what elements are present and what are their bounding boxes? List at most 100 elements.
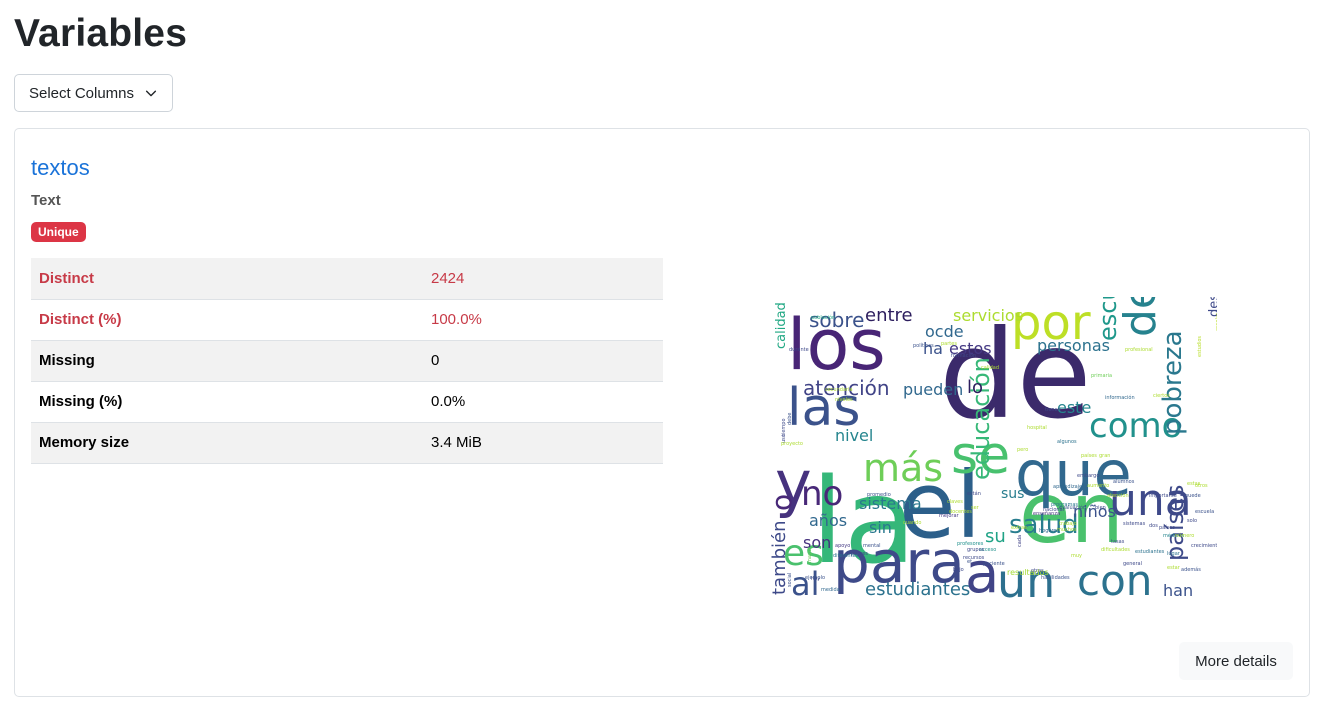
variable-stats-table: Distinct 2424 Distinct (%) 100.0% Missing 0 Mi… bbox=[31, 258, 663, 464]
word-cloud-word: formación bbox=[951, 352, 976, 359]
word-cloud-word: puede bbox=[1185, 493, 1201, 499]
word-cloud-word: este bbox=[1057, 398, 1091, 417]
chevron-down-icon bbox=[145, 90, 157, 97]
stat-row: Memory size 3.4 MiB bbox=[31, 422, 663, 464]
word-cloud-word: atención bbox=[1107, 492, 1129, 499]
word-cloud-word: pero bbox=[1017, 447, 1028, 453]
word-cloud-word: social bbox=[787, 573, 793, 587]
word-cloud-word: calidad bbox=[774, 302, 789, 349]
stat-row: Missing (%) 0.0% bbox=[31, 381, 663, 423]
word-cloud-word: población bbox=[811, 314, 835, 321]
word-cloud-word: gran bbox=[1099, 453, 1110, 459]
word-cloud-word: muchos bbox=[1057, 527, 1077, 533]
word-cloud-word: general bbox=[1123, 561, 1142, 567]
word-cloud-word: apoyo bbox=[835, 543, 850, 549]
word-cloud-word: debe bbox=[787, 413, 793, 426]
stat-row: Distinct (%) 100.0% bbox=[31, 299, 663, 341]
word-cloud-word: proyecto bbox=[781, 441, 803, 447]
word-cloud-word: crecimiento bbox=[1191, 543, 1217, 549]
word-cloud-word: número bbox=[1175, 532, 1194, 539]
word-cloud-word: habilidades bbox=[1041, 575, 1070, 581]
stat-row: Distinct 2424 bbox=[31, 258, 663, 300]
word-cloud-word: pueden bbox=[903, 380, 963, 399]
word-cloud-word: políticas bbox=[913, 342, 934, 349]
word-cloud-image: delael enlosy queparaporlasasedelunaun cone… bbox=[771, 297, 1217, 599]
word-cloud-word: lo bbox=[967, 377, 983, 398]
word-cloud-word: diferentes bbox=[833, 553, 859, 559]
word-cloud-word: durante bbox=[789, 347, 809, 353]
word-cloud-word: embargo bbox=[1077, 473, 1099, 479]
word-cloud-word: entre bbox=[865, 305, 913, 326]
word-cloud-word: ser bbox=[971, 505, 980, 511]
select-columns-dropdown[interactable]: Select Columns bbox=[14, 74, 173, 112]
stat-value: 0.0% bbox=[423, 381, 663, 423]
word-cloud-word: ejemplo bbox=[805, 575, 825, 581]
variable-type: Text bbox=[31, 192, 61, 209]
word-cloud-word: mejorar bbox=[939, 513, 960, 519]
word-cloud-word: aprendizaje bbox=[1053, 484, 1082, 490]
word-cloud-word: mental bbox=[863, 543, 881, 549]
word-cloud-word: promedio bbox=[867, 492, 891, 498]
word-cloud-word: solo bbox=[1187, 518, 1197, 524]
word-cloud-word: educación bbox=[967, 357, 995, 480]
word-cloud-word: al bbox=[791, 565, 820, 599]
word-cloud-word: personas bbox=[1037, 336, 1110, 355]
word-cloud-word: estudiantes bbox=[865, 579, 970, 599]
page-title: Variables bbox=[14, 12, 188, 55]
word-cloud-word: estudios bbox=[1197, 336, 1203, 357]
more-details-button[interactable]: More details bbox=[1179, 642, 1293, 680]
word-cloud-word: países bbox=[1081, 452, 1097, 459]
word-cloud-word: años bbox=[809, 511, 847, 530]
word-cloud-word: tienen bbox=[1045, 407, 1061, 413]
word-cloud-word: su bbox=[985, 526, 1006, 547]
word-cloud-word: pobreza bbox=[1158, 330, 1188, 435]
word-cloud-word: aumento bbox=[1087, 483, 1109, 489]
word-cloud-word: o bbox=[771, 494, 798, 511]
word-cloud-word: países bbox=[1159, 524, 1175, 531]
stat-value: 2424 bbox=[423, 258, 663, 300]
word-cloud-word: cada bbox=[1017, 535, 1023, 547]
word-cloud-word: no bbox=[801, 474, 843, 514]
word-cloud-word: primaria bbox=[1091, 373, 1112, 379]
stat-label: Distinct bbox=[31, 258, 423, 300]
word-cloud-word: paciente bbox=[983, 561, 1005, 567]
word-cloud-word: bajo bbox=[953, 567, 964, 573]
word-cloud-word: claves bbox=[947, 499, 963, 505]
stat-label: Missing (%) bbox=[31, 381, 423, 423]
stat-label: Memory size bbox=[31, 422, 423, 464]
unique-badge: Unique bbox=[31, 222, 86, 242]
word-cloud-word: sin bbox=[869, 518, 892, 537]
word-cloud-word: profesional bbox=[1125, 347, 1153, 353]
word-cloud-word: partes bbox=[941, 341, 957, 347]
word-cloud-word: lugar bbox=[1167, 551, 1181, 557]
word-cloud-word: están bbox=[967, 490, 981, 497]
select-columns-label: Select Columns bbox=[28, 84, 135, 102]
word-cloud-word: información bbox=[1105, 394, 1135, 401]
stat-value: 3.4 MiB bbox=[423, 422, 663, 464]
stat-row: Missing 0 bbox=[31, 340, 663, 382]
word-cloud-word: escuelas bbox=[1094, 297, 1122, 341]
word-cloud-word: sistemas bbox=[1123, 521, 1146, 527]
word-cloud-word: sus bbox=[1001, 486, 1024, 502]
variable-card: textos Text Unique Distinct 2424 Distinct … bbox=[14, 128, 1310, 697]
word-cloud-word: calidad bbox=[981, 365, 999, 371]
word-cloud-word: han bbox=[1163, 581, 1193, 599]
word-cloud-word: alumnos bbox=[1113, 479, 1135, 485]
word-cloud-word: otras bbox=[1031, 568, 1044, 574]
variable-name-link[interactable]: textos bbox=[31, 155, 90, 181]
word-cloud-word: escuela bbox=[1195, 509, 1214, 515]
word-cloud-word: además bbox=[1181, 566, 1201, 573]
word-cloud-word: extrae bbox=[1011, 525, 1027, 531]
word-cloud-word: dos bbox=[1149, 523, 1158, 529]
word-cloud-word: estar bbox=[1167, 565, 1181, 571]
word-cloud-word: algunos bbox=[1057, 439, 1077, 445]
word-cloud-word: escolar bbox=[1215, 312, 1217, 331]
word-cloud-word: hospital bbox=[1027, 425, 1047, 431]
stat-label: Distinct (%) bbox=[31, 299, 423, 341]
word-cloud-word: más bbox=[863, 446, 943, 490]
word-cloud-word: bien bbox=[1095, 505, 1106, 511]
word-cloud-word: estudiantes bbox=[1135, 549, 1165, 555]
word-cloud-word: dificultades bbox=[1101, 547, 1130, 553]
stat-label: Missing bbox=[31, 340, 423, 382]
word-cloud-word: mayor bbox=[807, 546, 813, 563]
